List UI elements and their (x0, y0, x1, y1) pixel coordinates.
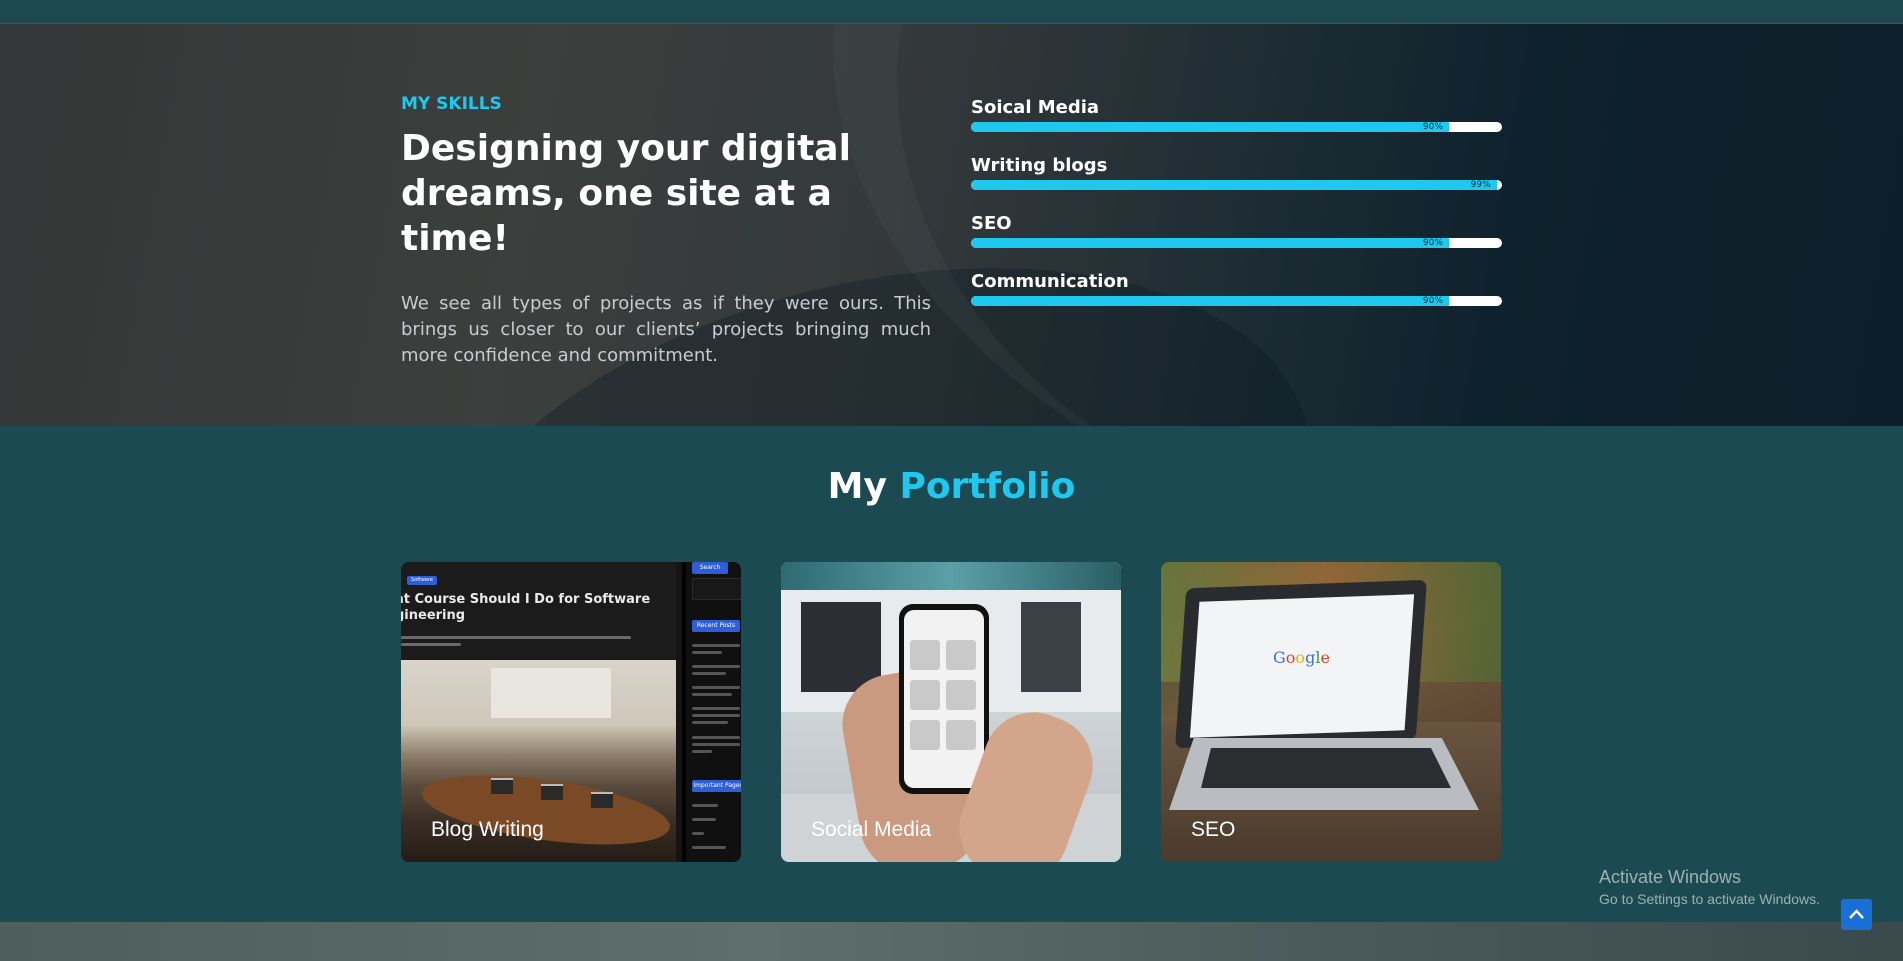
windows-activation-watermark: Activate Windows Go to Settings to activ… (1599, 866, 1820, 908)
blog-post-title: at Course Should I Do for Software ginee… (401, 592, 651, 623)
portfolio-card-label: Social Media (811, 818, 932, 841)
skill-bar: Communication 90% (971, 270, 1502, 328)
skill-bar-track: 90% (971, 296, 1502, 306)
skill-bar-fill: 90% (971, 122, 1449, 132)
skills-intro: MY SKILLS Designing your digital dreams,… (401, 94, 931, 369)
skill-bar: Soical Media 90% (971, 96, 1502, 154)
sidebar-pages-heading: Important Pages (692, 780, 741, 792)
blog-sidebar: Search Recent Posts Important Pages (682, 562, 741, 862)
skill-bar-track: 99% (971, 180, 1502, 190)
blog-post-preview: Software at Course Should I Do for Softw… (401, 562, 676, 862)
background-overlay (0, 24, 1903, 426)
portfolio-section: My Portfolio Software at Course Should I… (0, 426, 1903, 922)
skill-bar-label: SEO (971, 213, 1012, 234)
skill-bar-percent: 90% (1422, 122, 1443, 132)
category-chip: Software (407, 576, 437, 585)
skill-bar-percent: 99% (1470, 180, 1491, 190)
skill-bar-fill: 90% (971, 296, 1449, 306)
skill-bar-track: 90% (971, 122, 1502, 132)
skills-section: MY SKILLS Designing your digital dreams,… (0, 24, 1903, 426)
next-section-edge (0, 922, 1903, 961)
portfolio-title-accent: Portfolio (899, 466, 1076, 507)
google-logo: Google (1273, 648, 1330, 667)
portfolio-card-label: Blog Writing (431, 818, 544, 841)
skill-bar-label: Communication (971, 271, 1129, 292)
portfolio-card-blog-writing[interactable]: Software at Course Should I Do for Softw… (401, 562, 741, 862)
blog-post-meta (401, 632, 671, 648)
skill-bar-label: Soical Media (971, 97, 1100, 118)
skill-bars: Soical Media 90% Writing blogs 99% SEO 9… (971, 96, 1502, 328)
skill-bar: SEO 90% (971, 212, 1502, 270)
skill-bar-track: 90% (971, 238, 1502, 248)
skill-bar: Writing blogs 99% (971, 154, 1502, 212)
skills-headline: Designing your digital dreams, one site … (401, 128, 851, 259)
laptop-keyboard (1201, 748, 1451, 788)
skill-bar-fill: 99% (971, 180, 1497, 190)
sidebar-recent-heading: Recent Posts (692, 620, 740, 632)
portfolio-card-seo[interactable]: Google SEO (1161, 562, 1501, 862)
skill-bar-fill: 90% (971, 238, 1449, 248)
portfolio-title-plain: My (827, 466, 887, 507)
scroll-to-top-button[interactable] (1841, 899, 1872, 930)
smartphone (899, 604, 989, 794)
chevron-up-icon (1849, 909, 1864, 919)
skill-bar-label: Writing blogs (971, 155, 1108, 176)
top-strip (0, 0, 1903, 24)
skill-bar-percent: 90% (1422, 296, 1443, 306)
skill-bar-percent: 90% (1422, 238, 1443, 248)
portfolio-card-label: SEO (1191, 818, 1236, 841)
sidebar-search-box (692, 578, 741, 600)
portfolio-card-social-media[interactable]: Social Media (781, 562, 1121, 862)
watermark-line-2: Go to Settings to activate Windows. (1599, 891, 1820, 907)
portfolio-title: My Portfolio (0, 466, 1903, 507)
skills-eyebrow: MY SKILLS (401, 94, 502, 114)
watermark-line-1: Activate Windows (1599, 867, 1742, 887)
skills-paragraph: We see all types of projects as if they … (401, 293, 931, 366)
sidebar-search-button: Search (692, 562, 728, 574)
